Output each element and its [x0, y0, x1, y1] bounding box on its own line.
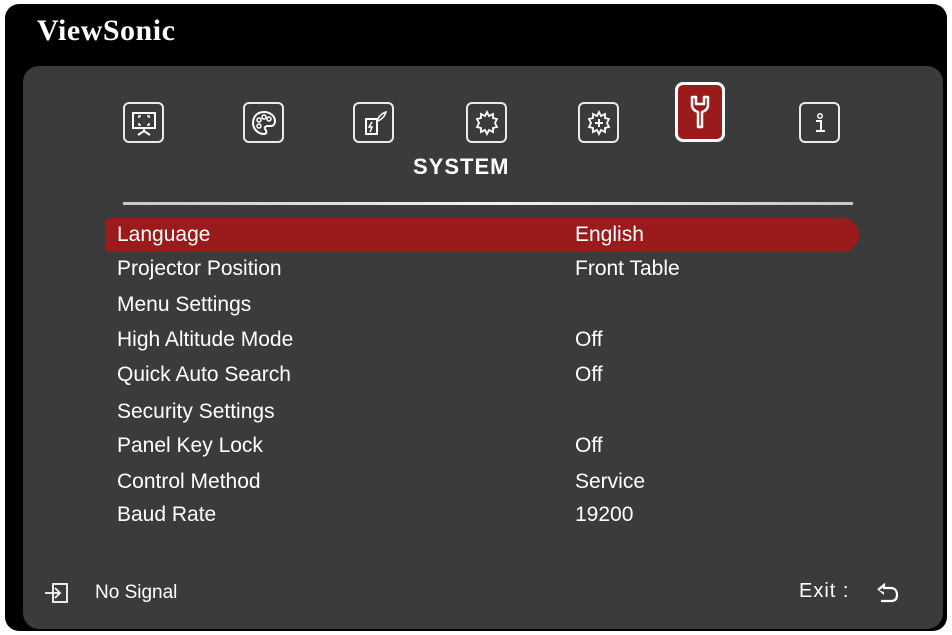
tab-basic[interactable]	[466, 102, 507, 143]
tab-advanced[interactable]	[578, 102, 619, 143]
menu-item-language[interactable]: Language English	[105, 218, 859, 252]
tab-display[interactable]	[123, 102, 164, 143]
menu-item-menu-settings[interactable]: Menu Settings	[105, 288, 859, 322]
menu-item-panel-key-lock[interactable]: Panel Key Lock Off	[105, 429, 859, 463]
osd-frame: ViewSonic SYSTEM Language English Projec…	[5, 4, 947, 631]
menu-item-value: Off	[575, 434, 603, 457]
menu-item-value: Front Table	[575, 257, 680, 280]
return-icon[interactable]	[875, 582, 899, 604]
tab-power[interactable]	[353, 102, 394, 143]
menu-item-value: Off	[575, 328, 603, 351]
tab-picture[interactable]	[243, 102, 284, 143]
menu-item-value: English	[575, 223, 644, 246]
gear-plus-icon	[587, 109, 610, 136]
menu-item-label: Panel Key Lock	[117, 434, 263, 457]
menu-item-label: Quick Auto Search	[117, 363, 291, 386]
menu-item-quick-auto-search[interactable]: Quick Auto Search Off	[105, 358, 859, 392]
menu-tabs	[23, 66, 943, 166]
menu-item-control-method[interactable]: Control Method Service	[105, 465, 859, 499]
tab-information[interactable]	[799, 102, 840, 143]
menu-item-label: Baud Rate	[117, 503, 217, 526]
signal-status: No Signal	[95, 582, 178, 603]
exit-label: Exit :	[799, 580, 850, 602]
menu-item-projector-position[interactable]: Projector Position Front Table	[105, 252, 859, 286]
menu-item-label: High Altitude Mode	[117, 328, 294, 351]
menu-item-value: Service	[575, 470, 646, 493]
info-icon	[815, 112, 825, 132]
menu-item-label: Projector Position	[117, 257, 282, 280]
power-management-icon	[364, 110, 387, 135]
menu-item-high-altitude-mode[interactable]: High Altitude Mode Off	[105, 323, 859, 357]
menu-item-label: Control Method	[117, 470, 261, 493]
gear-icon	[475, 109, 498, 136]
menu-item-label: Security Settings	[117, 400, 275, 423]
menu-item-label: Menu Settings	[117, 293, 252, 316]
menu-item-security-settings[interactable]: Security Settings	[105, 395, 859, 429]
palette-icon	[251, 110, 276, 135]
menu-item-value: Off	[575, 363, 603, 386]
tab-system[interactable]	[675, 82, 725, 142]
section-title: SYSTEM	[413, 154, 510, 179]
menu-item-value: 19200	[575, 503, 634, 526]
brand-logo: ViewSonic	[37, 14, 176, 47]
osd-panel: SYSTEM Language English Projector Positi…	[23, 66, 943, 629]
divider	[123, 202, 853, 205]
menu-item-label: Language	[117, 223, 211, 246]
input-source-icon	[45, 583, 68, 603]
wrench-icon	[690, 95, 710, 129]
display-icon	[131, 111, 156, 136]
menu-item-baud-rate[interactable]: Baud Rate 19200	[105, 498, 859, 532]
osd-footer: No Signal Exit :	[23, 574, 943, 614]
